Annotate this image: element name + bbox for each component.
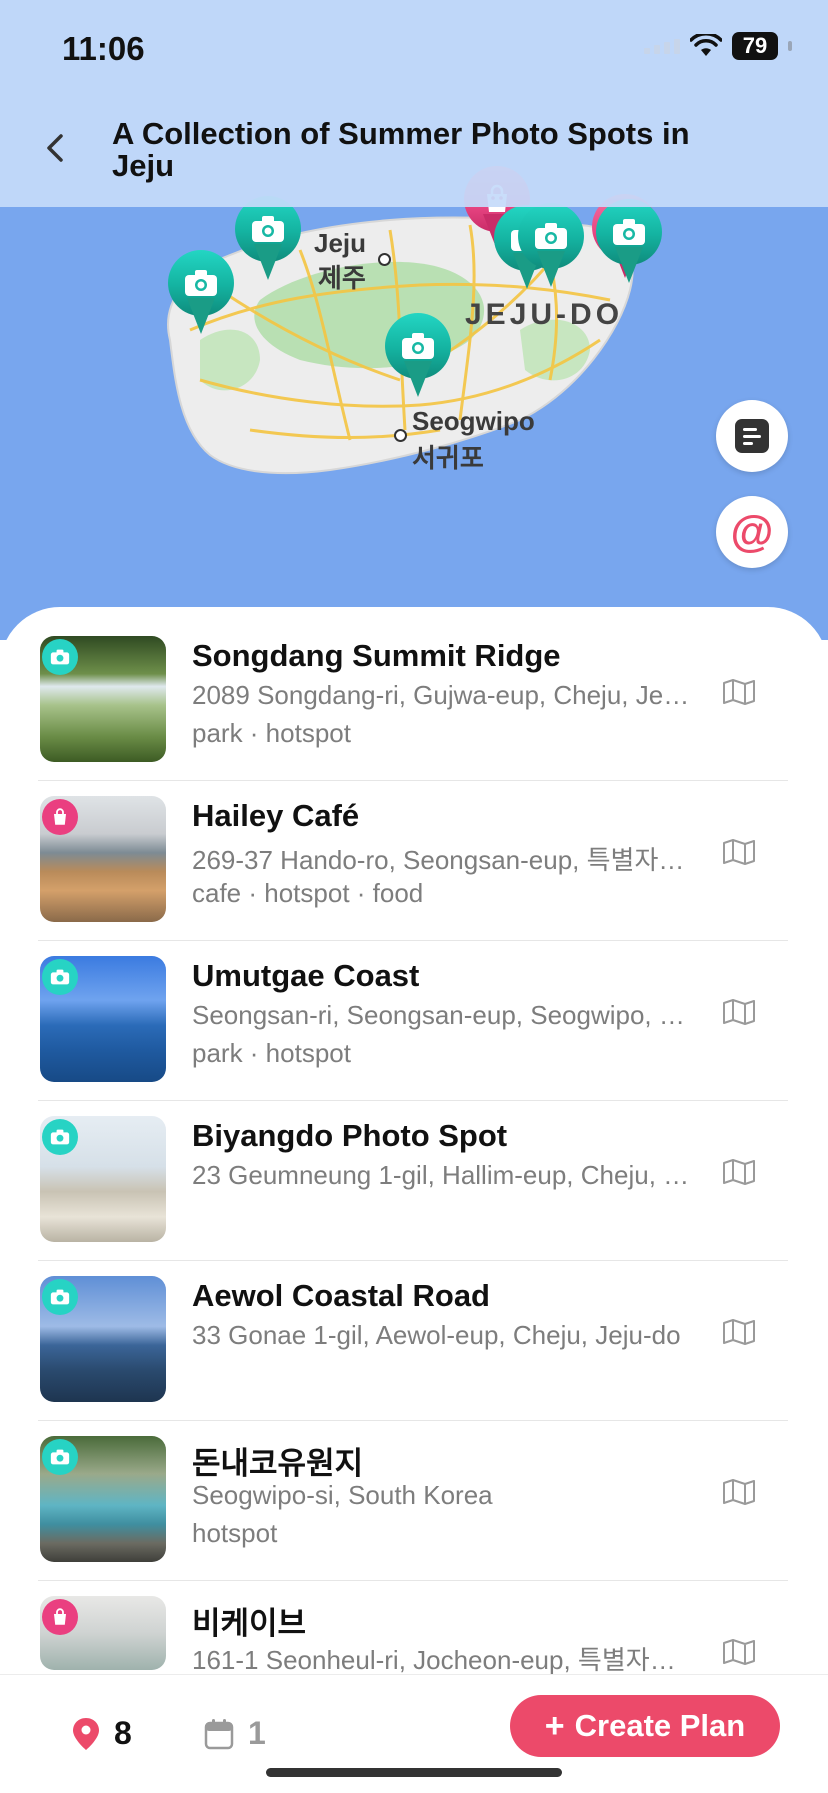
place-address: 269-37 Hando-ro, Seongsan-eup, 특별자치도 서귀포… xyxy=(192,845,692,875)
camera-icon xyxy=(42,1439,78,1475)
create-plan-button[interactable]: + Create Plan xyxy=(510,1695,780,1757)
map-icon[interactable] xyxy=(722,1478,756,1506)
place-name: 돈내코유원지 xyxy=(192,1446,364,1481)
map-dot-jeju xyxy=(378,253,391,266)
days-count[interactable]: 1 xyxy=(204,1715,266,1752)
place-row[interactable]: 돈내코유원지 Seogwipo-si, South Korea hotspot xyxy=(38,1420,788,1581)
camera-icon xyxy=(42,1119,78,1155)
status-time: 11:06 xyxy=(62,30,145,67)
place-address: 33 Gonae 1-gil, Aewol-eup, Cheju, Jeju-d… xyxy=(192,1320,681,1350)
place-name: 비케이브 xyxy=(192,1606,307,1641)
camera-icon xyxy=(42,639,78,675)
list-view-button[interactable] xyxy=(716,400,788,472)
shopping-bag-icon xyxy=(42,799,78,835)
place-address: 161-1 Seonheul-ri, Jocheon-eup, 특별자치도 제주… xyxy=(192,1645,692,1675)
place-tags: park · hotspot xyxy=(192,1038,351,1068)
battery-cap xyxy=(788,41,792,51)
map-label-jeju-ko: 제주 xyxy=(318,263,366,293)
map-icon[interactable] xyxy=(722,1158,756,1186)
place-row[interactable]: Aewol Coastal Road 33 Gonae 1-gil, Aewol… xyxy=(38,1260,788,1421)
place-name: Songdang Summit Ridge xyxy=(192,638,561,673)
map-label-jeju-do: JEJU-DO xyxy=(465,298,624,331)
map-icon[interactable] xyxy=(722,838,756,866)
map-label-seogwipo-ko: 서귀포 xyxy=(412,443,484,473)
map-icon[interactable] xyxy=(722,1318,756,1346)
map-icon[interactable] xyxy=(722,998,756,1026)
place-row[interactable]: Songdang Summit Ridge 2089 Songdang-ri, … xyxy=(38,620,788,781)
places-sheet[interactable]: Songdang Summit Ridge 2089 Songdang-ri, … xyxy=(0,607,828,1792)
map-pin-camera[interactable] xyxy=(235,196,301,286)
home-indicator xyxy=(266,1768,562,1777)
chevron-left-icon xyxy=(47,134,63,162)
place-address: Seongsan-ri, Seongsan-eup, Seogwipo, Jej… xyxy=(192,1000,692,1030)
map-pin-camera[interactable] xyxy=(596,199,662,289)
place-tags: cafe · hotspot · food xyxy=(192,878,424,908)
map-label-jeju: Jeju xyxy=(314,228,367,258)
place-name: Biyangdo Photo Spot xyxy=(192,1118,508,1153)
places-count[interactable]: 8 xyxy=(72,1715,132,1752)
map-dot-seogwipo xyxy=(394,429,407,442)
map-pin-camera[interactable] xyxy=(168,250,234,340)
mention-button[interactable]: @ xyxy=(716,496,788,568)
camera-icon xyxy=(42,959,78,995)
shopping-bag-icon xyxy=(42,1599,78,1635)
days-count-value: 1 xyxy=(248,1715,266,1751)
map-icon[interactable] xyxy=(722,1638,756,1666)
place-row[interactable]: Hailey Café 269-37 Hando-ro, Seongsan-eu… xyxy=(38,780,788,941)
place-name: Aewol Coastal Road xyxy=(192,1278,490,1313)
map-pin-camera[interactable] xyxy=(385,313,451,403)
map-label-seogwipo: Seogwipo xyxy=(412,406,535,436)
at-sign-icon: @ xyxy=(730,507,774,556)
calendar-icon xyxy=(204,1718,234,1749)
camera-icon xyxy=(42,1279,78,1315)
cellular-signal-icon xyxy=(644,38,680,54)
place-address: 23 Geumneung 1-gil, Hallim-eup, Cheju, J… xyxy=(192,1160,692,1190)
map-icon[interactable] xyxy=(722,678,756,706)
map-pin-camera[interactable] xyxy=(518,203,584,293)
place-address: 2089 Songdang-ri, Gujwa-eup, Cheju, Jeju… xyxy=(192,680,692,710)
location-pin-icon xyxy=(73,1717,99,1750)
list-icon xyxy=(735,419,769,453)
battery-level: 79 xyxy=(742,33,768,58)
wifi-icon xyxy=(690,34,722,56)
places-count-value: 8 xyxy=(114,1715,132,1751)
status-icons: 79 xyxy=(644,32,792,60)
place-tags: park · hotspot xyxy=(192,718,351,748)
place-row[interactable]: Biyangdo Photo Spot 23 Geumneung 1-gil, … xyxy=(38,1100,788,1261)
back-button[interactable] xyxy=(38,130,74,166)
place-address: Seogwipo-si, South Korea xyxy=(192,1480,493,1510)
map-view[interactable]: Jeju 제주 JEJU-DO Seogwipo 서귀포 @ 11:06 79 … xyxy=(0,0,828,640)
plus-icon: + xyxy=(544,1706,565,1745)
page-title: A Collection of Summer Photo Spots in Je… xyxy=(112,116,690,183)
battery-indicator: 79 xyxy=(732,32,778,60)
place-name: Umutgae Coast xyxy=(192,958,420,993)
create-plan-label: Create Plan xyxy=(574,1708,746,1743)
place-tags: hotspot xyxy=(192,1518,278,1548)
place-name: Hailey Café xyxy=(192,798,360,833)
place-row[interactable]: Umutgae Coast Seongsan-ri, Seongsan-eup,… xyxy=(38,940,788,1101)
